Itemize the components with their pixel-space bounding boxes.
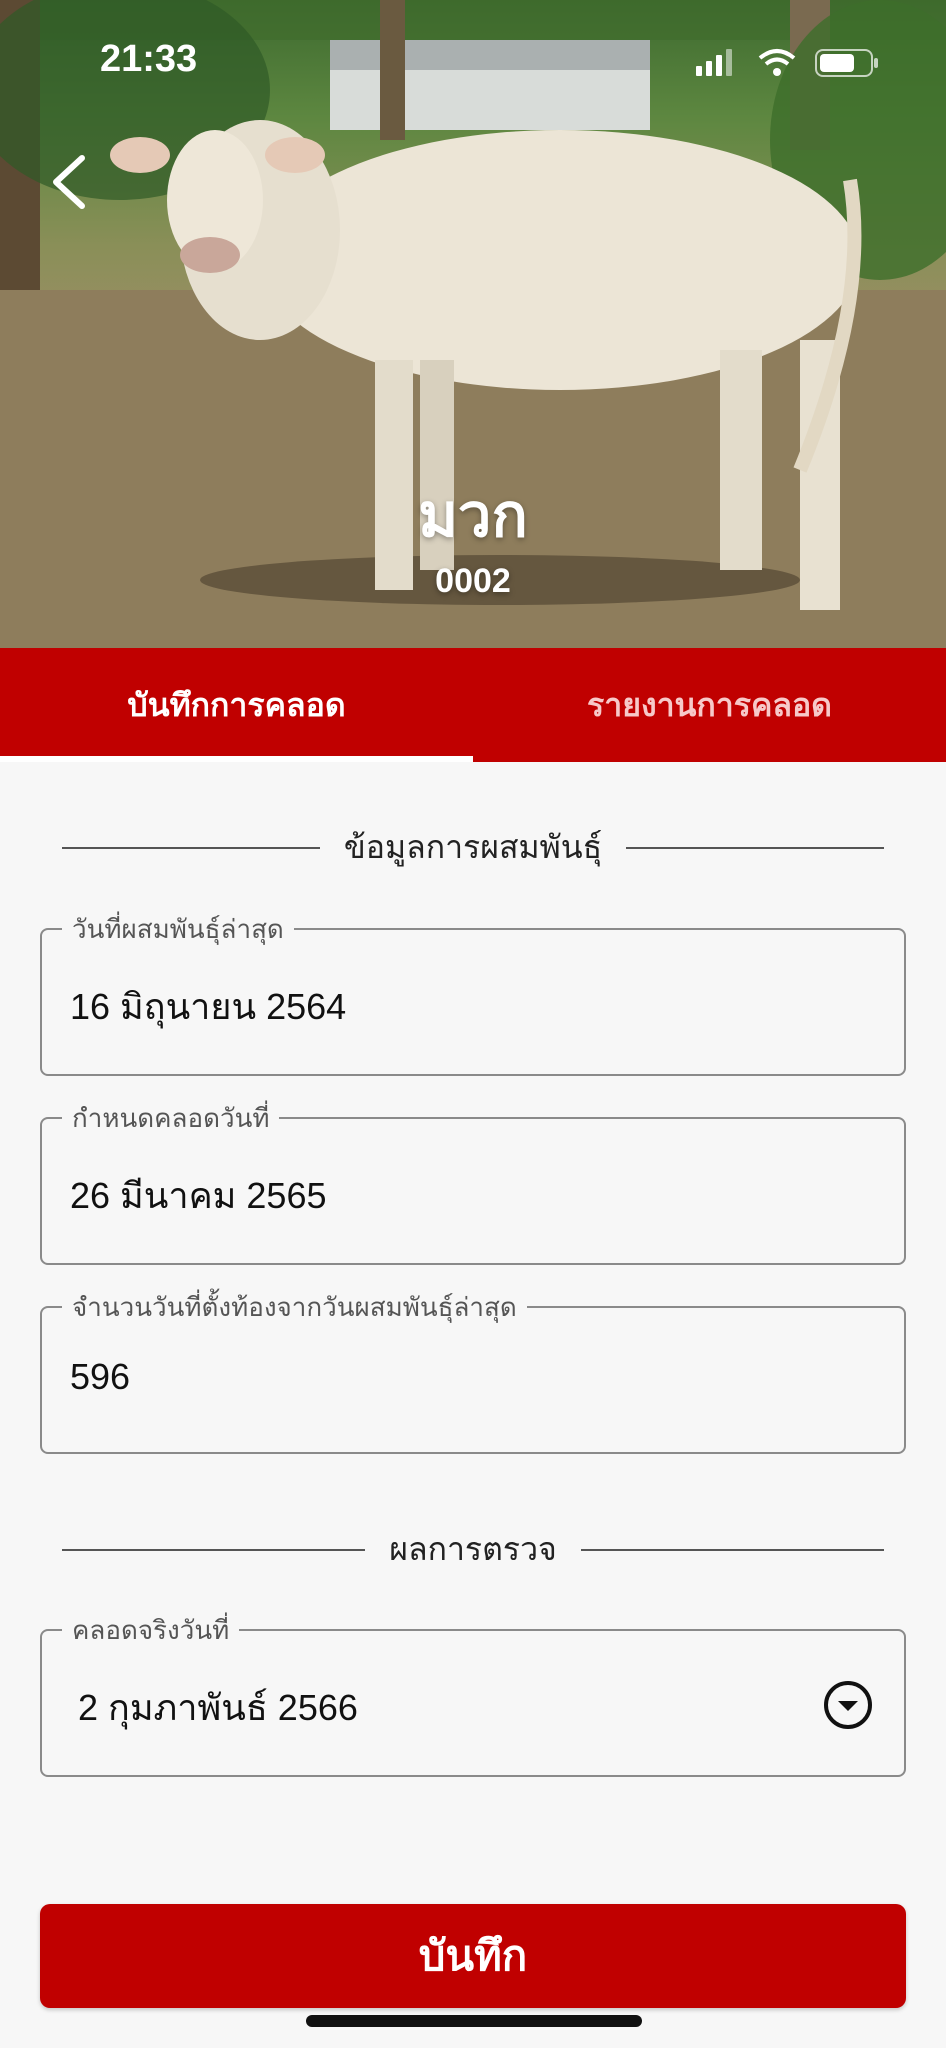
tab-bar: บันทึกการคลอด รายงานการคลอด (0, 648, 946, 762)
divider (62, 1548, 366, 1551)
wifi-icon (758, 49, 796, 76)
field-label: กำหนดคลอดวันที่ (62, 1101, 280, 1135)
signal-icon (696, 49, 732, 76)
result-section-heading: ผลการตรวจ (62, 1524, 885, 1575)
result-section-title: ผลการตรวจ (389, 1531, 557, 1567)
animal-id: 0002 (435, 562, 511, 600)
divider (62, 846, 320, 849)
battery-icon (815, 49, 878, 77)
hero-banner: 21:33 มวก 0002 (0, 0, 946, 648)
field-value: 16 มิถุนายน 2564 (70, 986, 347, 1027)
status-time: 21:33 (100, 38, 198, 80)
dropdown-chevron-icon[interactable] (822, 1679, 874, 1731)
save-button[interactable]: บันทึก (40, 1904, 906, 2008)
tab-birth-report[interactable]: รายงานการคลอด (473, 648, 946, 762)
divider (626, 846, 885, 849)
field-value: 596 (70, 1356, 131, 1397)
breeding-section-heading: ข้อมูลการผสมพันธุ์ (62, 822, 885, 873)
field-label: คลอดจริงวันที่ (62, 1613, 240, 1647)
field-label: จำนวนวันที่ตั้งท้องจากวันผสมพันธุ์ล่าสุด (62, 1290, 527, 1324)
home-indicator (306, 2015, 642, 2027)
breeding-section-title: ข้อมูลการผสมพันธุ์ (343, 829, 603, 865)
field-value: 2 กุมภาพันธ์ 2566 (78, 1687, 358, 1728)
due-date-field[interactable]: กำหนดคลอดวันที่ 26 มีนาคม 2565 (40, 1101, 906, 1265)
actual-birth-date-dropdown[interactable]: คลอดจริงวันที่ 2 กุมภาพันธ์ 2566 (40, 1613, 906, 1777)
last-breeding-date-field[interactable]: วันที่ผสมพันธุ์ล่าสุด 16 มิถุนายน 2564 (40, 912, 906, 1076)
field-value: 26 มีนาคม 2565 (70, 1175, 327, 1216)
divider (580, 1548, 885, 1551)
pregnancy-days-field[interactable]: จำนวนวันที่ตั้งท้องจากวันผสมพันธุ์ล่าสุด… (40, 1290, 906, 1454)
field-label: วันที่ผสมพันธุ์ล่าสุด (62, 912, 294, 946)
back-chevron-icon[interactable] (44, 152, 94, 212)
tab-birth-record[interactable]: บันทึกการคลอด (0, 648, 473, 762)
status-icons (696, 49, 878, 77)
animal-name: มวก (418, 482, 528, 549)
